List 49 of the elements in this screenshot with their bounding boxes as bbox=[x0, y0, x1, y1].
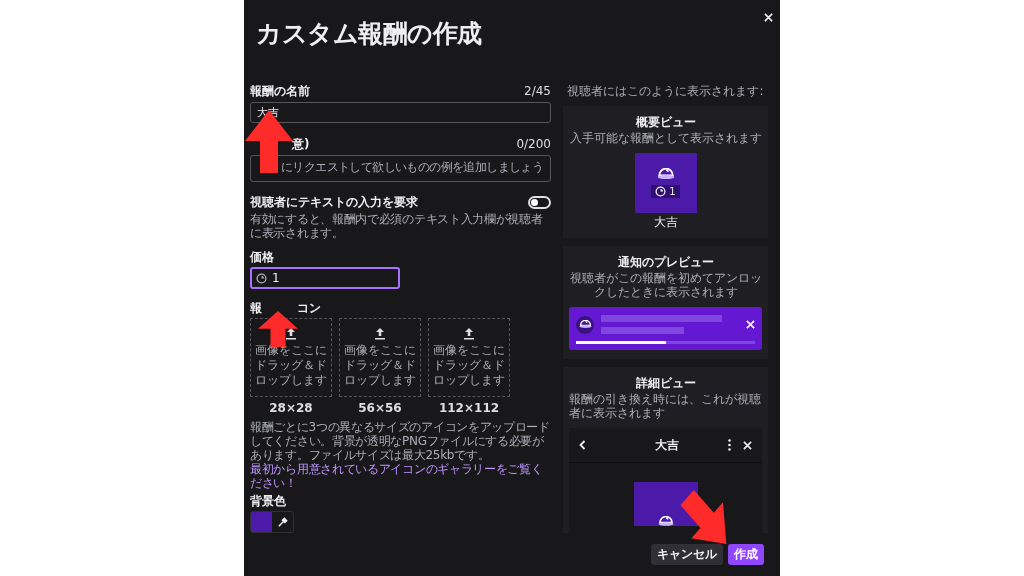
field-label: 背景色 bbox=[250, 494, 286, 508]
icon-size-label: 112×112 bbox=[438, 401, 500, 415]
eyedropper-icon bbox=[277, 516, 288, 528]
annotation-arrow bbox=[678, 490, 728, 545]
help-text: 有効にすると、報酬内で必須のテキスト入力欄が視聴者に表示されます。 bbox=[250, 212, 544, 240]
help-text: 報酬ごとに3つの異なるサイズのアイコンをアップロードしてください。背景が透明なPNGファイルにする必要があります。ファイルサイズは最大25kbです。 bbox=[250, 420, 551, 462]
panel-subtitle: 視聴者がこの報酬を初めてアンロックしたときに表示されます bbox=[569, 271, 762, 299]
field-label: 価格 bbox=[250, 250, 274, 264]
upload-icon bbox=[374, 327, 386, 340]
description-field[interactable]: にリクエストして欲しいものの例を追加しましょう bbox=[250, 155, 551, 182]
cancel-button[interactable]: キャンセル bbox=[651, 544, 723, 565]
color-swatch[interactable] bbox=[251, 512, 272, 532]
gallery-link[interactable]: 最初から用意されているアイコンのギャラリーをご覧ください！ bbox=[250, 462, 554, 490]
upload-icon bbox=[463, 327, 475, 340]
upload-icon bbox=[285, 327, 297, 340]
setting-label: 視聴者にテキストの入力を要求 bbox=[250, 195, 418, 209]
upload-dropzone[interactable]: 画像をここにドラッグ＆ドロップします bbox=[339, 318, 421, 397]
back-icon bbox=[579, 440, 586, 450]
more-icon bbox=[728, 439, 731, 451]
channel-points-icon bbox=[256, 272, 267, 284]
reward-name: 大吉 bbox=[655, 438, 679, 452]
character-counter: 0/200 bbox=[516, 137, 551, 151]
close-button[interactable] bbox=[746, 320, 755, 329]
price-field[interactable]: 1 bbox=[250, 267, 400, 289]
icon-size-label: 56×56 bbox=[358, 401, 402, 415]
field-label: 報 bbox=[250, 301, 262, 315]
close-icon bbox=[764, 13, 773, 22]
preview-heading: 視聴者にはこのように表示されます: bbox=[566, 84, 765, 98]
field-label: コン bbox=[297, 301, 321, 315]
toggle-switch[interactable] bbox=[528, 195, 551, 209]
panel-subtitle: 報酬の引き換え時には、これが視聴者に表示されます bbox=[569, 392, 762, 420]
icon-size-label: 28×28 bbox=[269, 401, 313, 415]
panel-title: 通知のプレビュー bbox=[617, 255, 714, 269]
reward-icon bbox=[656, 168, 675, 180]
dialog-title: カスタム報酬の作成 bbox=[256, 18, 482, 50]
reward-icon bbox=[657, 516, 674, 526]
panel-title: 詳細ビュー bbox=[635, 376, 696, 390]
reward-name: 大吉 bbox=[653, 215, 678, 229]
panel-title: 概要ビュー bbox=[635, 115, 696, 129]
panel-subtitle: 入手可能な報酬として表示されます bbox=[569, 131, 762, 145]
field-label: 意) bbox=[292, 137, 310, 151]
cost-badge: 1 bbox=[651, 184, 680, 198]
upload-dropzone[interactable]: 画像をここにドラッグ＆ドロップします bbox=[428, 318, 510, 397]
reward-icon bbox=[578, 320, 592, 329]
field-label: 報酬の名前 bbox=[250, 84, 310, 98]
close-icon bbox=[746, 320, 755, 329]
close-icon bbox=[743, 440, 752, 450]
character-counter: 2/45 bbox=[524, 84, 551, 98]
create-button[interactable]: 作成 bbox=[728, 544, 764, 565]
